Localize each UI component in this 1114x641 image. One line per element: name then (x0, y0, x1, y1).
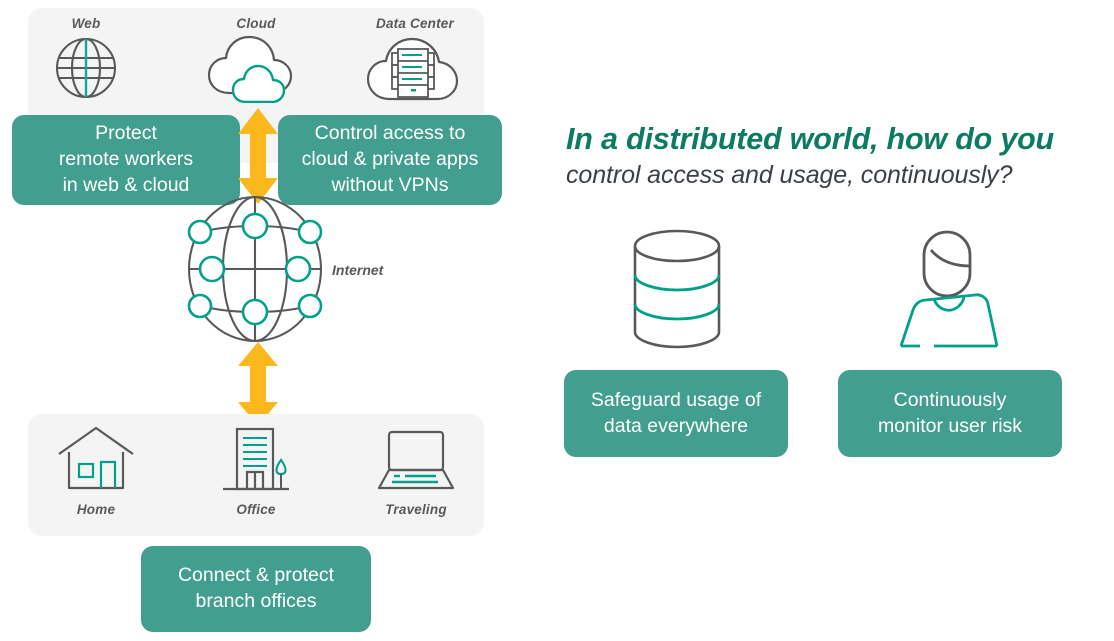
node-traveling-label: Traveling (385, 502, 447, 517)
node-cloud: Cloud (186, 16, 326, 109)
node-data-center: Data Center (345, 16, 485, 109)
internet-label: Internet (332, 262, 384, 278)
callout-connect-branch-offices[interactable]: Connect & protect branch offices (141, 546, 371, 632)
callout-safeguard-usage[interactable]: Safeguard usage of data everywhere (564, 370, 788, 457)
internet-globe-nodes-icon (178, 195, 332, 348)
callout-monitor-user-risk[interactable]: Continuously monitor user risk (838, 370, 1062, 457)
user-person-icon (893, 228, 1007, 357)
headline-line-1: In a distributed world, how do you (566, 122, 1054, 156)
node-web: Web (16, 16, 156, 109)
node-home-label: Home (76, 502, 116, 517)
database-cylinder-icon (627, 228, 727, 359)
node-home: Home (26, 424, 166, 517)
data-center-cloud-server-icon (345, 31, 485, 109)
node-data-center-label: Data Center (376, 16, 454, 31)
page-headline: In a distributed world, how do you contr… (566, 122, 1114, 190)
cloud-icon (186, 31, 326, 109)
callout-protect-remote-workers[interactable]: Protect remote workers in web & cloud (12, 115, 240, 205)
headline-line-2: control access and usage, continuously? (566, 161, 1013, 189)
node-office-label: Office (236, 502, 276, 517)
node-traveling: Traveling (346, 424, 486, 517)
globe-web-icon (16, 31, 156, 109)
node-web-label: Web (71, 16, 101, 31)
callout-control-access[interactable]: Control access to cloud & private apps w… (278, 115, 502, 205)
node-office: Office (186, 424, 326, 517)
office-building-icon (186, 424, 326, 502)
house-icon (26, 424, 166, 502)
laptop-icon (346, 424, 486, 502)
double-arrow-vertical-icon (236, 108, 280, 209)
node-cloud-label: Cloud (236, 16, 276, 31)
